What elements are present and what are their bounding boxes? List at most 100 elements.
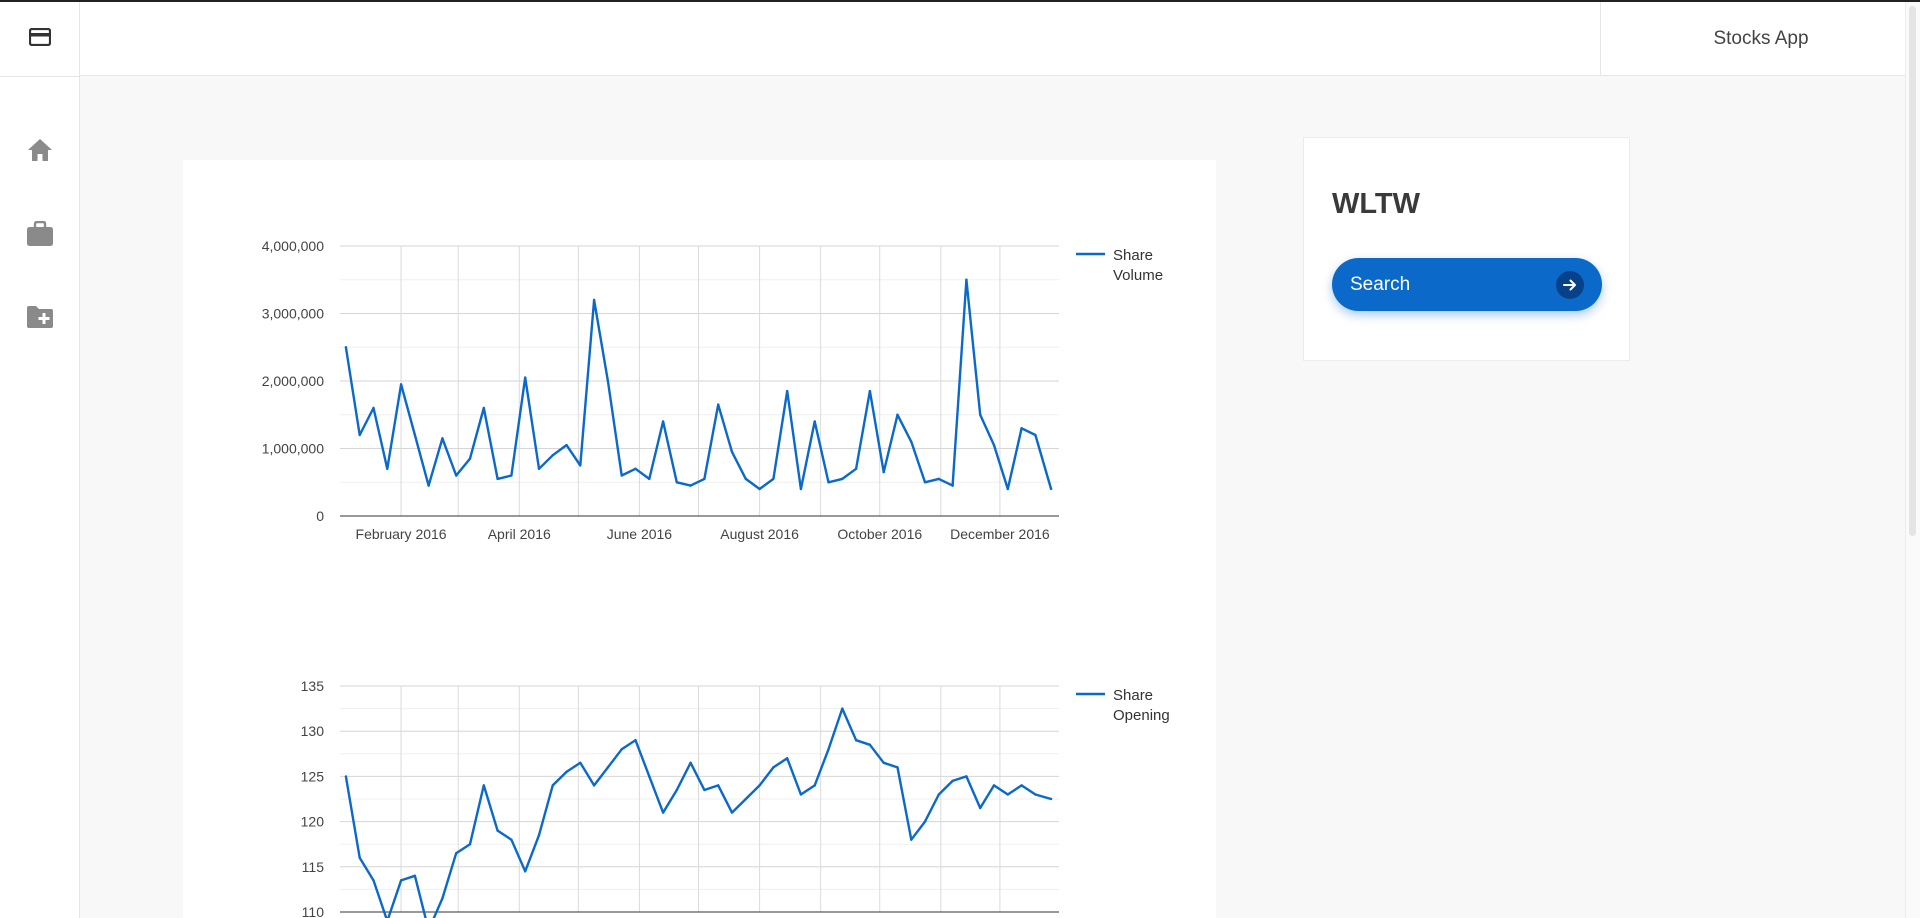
data-point <box>703 477 706 481</box>
data-point <box>675 788 679 792</box>
data-point <box>868 389 872 393</box>
data-point <box>965 278 968 281</box>
x-tick-label: February 2016 <box>356 526 447 542</box>
y-tick-label: 3,000,000 <box>262 306 324 322</box>
y-tick-label: 125 <box>301 768 325 784</box>
data-point <box>579 464 582 467</box>
data-point <box>648 775 651 778</box>
data-point <box>482 784 485 787</box>
data-point <box>675 481 679 484</box>
data-point <box>399 879 403 882</box>
data-point <box>1006 793 1009 796</box>
data-point <box>468 843 472 846</box>
data-point <box>937 793 941 796</box>
legend-label: Volume <box>1113 267 1163 284</box>
sidebar-item-add-folder[interactable] <box>0 291 80 347</box>
data-point <box>758 784 761 787</box>
y-tick-label: 0 <box>316 508 324 524</box>
page-scrollbar[interactable] <box>1905 2 1920 918</box>
data-point <box>482 406 485 410</box>
app-title-container: Stocks App <box>1600 2 1920 75</box>
data-point <box>854 467 858 470</box>
data-point <box>896 766 899 769</box>
charts-card: 0 1,000,000 2,000,000 3,000,000 4,000,000 Feb… <box>183 160 1216 918</box>
data-point <box>661 811 665 814</box>
charts-svg: 0 1,000,000 2,000,000 3,000,000 4,000,000 Feb… <box>262 238 1170 918</box>
data-point <box>841 707 844 710</box>
search-button[interactable]: Search <box>1332 258 1602 311</box>
data-point <box>703 788 706 792</box>
data-point <box>1049 487 1053 491</box>
data-point <box>827 481 830 484</box>
data-point <box>372 879 375 882</box>
y-tick-label: 120 <box>301 814 325 830</box>
data-point <box>441 437 444 440</box>
data-point <box>992 784 996 787</box>
data-point <box>620 474 623 477</box>
data-point <box>758 487 761 491</box>
data-point <box>730 450 734 454</box>
data-point <box>620 748 623 751</box>
y-tick-label: 110 <box>302 904 325 918</box>
y-tick-label: 130 <box>301 723 325 739</box>
data-point <box>537 833 541 837</box>
data-point <box>717 403 720 406</box>
data-point <box>606 766 610 769</box>
data-point <box>744 477 747 481</box>
data-point <box>785 389 789 393</box>
data-point <box>579 761 582 765</box>
data-point <box>1006 487 1009 491</box>
data-point <box>923 481 927 484</box>
search-button-label: Search <box>1350 273 1411 295</box>
data-point <box>510 474 513 477</box>
data-point <box>854 739 858 742</box>
data-point <box>717 784 720 787</box>
data-point <box>1020 427 1023 430</box>
data-point <box>813 420 816 423</box>
sidebar-item-portfolio[interactable] <box>0 208 80 264</box>
x-tick-label: April 2016 <box>488 526 551 542</box>
legend-label: Opening <box>1113 707 1170 724</box>
data-point <box>979 413 982 416</box>
data-point <box>827 748 830 751</box>
data-point <box>413 874 417 878</box>
data-point <box>634 739 637 742</box>
data-point <box>592 298 596 302</box>
data-point <box>689 761 692 765</box>
data-point <box>813 784 816 787</box>
credit-card-icon <box>28 27 52 51</box>
data-point <box>648 477 651 481</box>
y-tick-label: 4,000,000 <box>262 238 324 254</box>
data-point <box>799 793 803 796</box>
data-point <box>910 440 913 443</box>
data-point <box>399 383 403 386</box>
data-point <box>896 413 899 416</box>
data-point <box>565 443 568 447</box>
data-point <box>923 820 927 823</box>
data-point <box>689 484 692 487</box>
x-tick-label: August 2016 <box>720 526 799 542</box>
sidebar-item-home[interactable] <box>0 124 80 180</box>
data-point <box>344 346 348 349</box>
data-point <box>661 420 665 423</box>
scrollbar-thumb[interactable] <box>1909 6 1916 536</box>
data-point <box>785 757 789 760</box>
data-point <box>496 477 499 481</box>
data-point <box>358 856 361 859</box>
data-point <box>565 770 568 774</box>
data-point <box>992 443 996 447</box>
opening-chart: 110115120125130135February 2016April 201… <box>301 678 1170 918</box>
data-point <box>510 838 513 841</box>
data-point <box>882 761 885 765</box>
data-point <box>979 806 982 810</box>
data-point <box>358 433 361 437</box>
data-point <box>868 743 872 746</box>
data-point <box>841 477 844 481</box>
data-point <box>937 477 941 481</box>
legend-label: Share <box>1113 247 1153 264</box>
data-point <box>455 852 458 855</box>
data-point <box>730 811 734 814</box>
data-point <box>386 467 389 470</box>
sidebar-logo[interactable] <box>0 2 80 77</box>
data-point <box>606 379 610 383</box>
